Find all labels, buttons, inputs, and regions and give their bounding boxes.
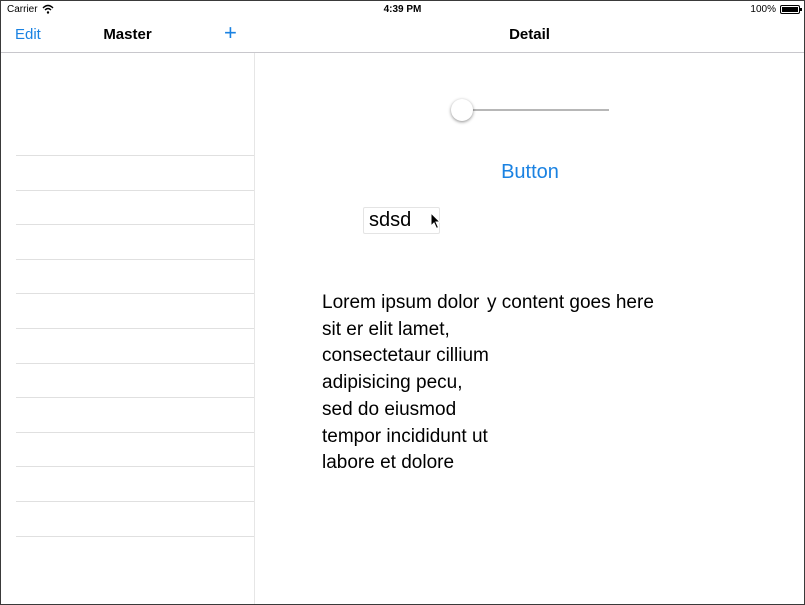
detail-title: Detail: [509, 26, 550, 43]
list-row-separator: [16, 155, 254, 156]
text-field-value: sdsd: [369, 209, 412, 231]
list-row-separator: [16, 328, 254, 329]
status-bar: Carrier 4:39 PM 100%: [1, 1, 804, 19]
slider-track: [461, 109, 609, 111]
mouse-pointer-icon: [430, 212, 442, 230]
battery-icon: [780, 5, 802, 14]
add-button[interactable]: +: [224, 21, 237, 45]
app-window: Carrier 4:39 PM 100% Edit Master + Detai…: [0, 0, 805, 605]
text-field[interactable]: sdsd: [363, 207, 440, 234]
list-row-separator: [16, 397, 254, 399]
list-row-separator: [16, 535, 254, 537]
list-row-separator: [16, 293, 254, 295]
split-divider: [254, 53, 255, 604]
slider-thumb[interactable]: [451, 99, 473, 121]
list-row-separator: [16, 501, 254, 502]
detail-nav-bar: Detail: [255, 19, 804, 52]
clock-label: 4:39 PM: [383, 4, 422, 15]
list-row-separator: [16, 224, 254, 226]
lorem-label: Lorem ipsum dolor sit er elit lamet, con…: [322, 292, 489, 474]
master-title: Master: [103, 26, 152, 43]
list-row-separator: [16, 362, 254, 364]
list-row-separator: [16, 189, 254, 191]
list-row-separator: [16, 258, 254, 260]
master-list[interactable]: [16, 53, 254, 604]
detail-slider[interactable]: [449, 97, 611, 125]
list-row-separator: [16, 466, 254, 468]
list-row-separator: [16, 431, 254, 433]
detail-button[interactable]: Button: [471, 161, 589, 184]
master-nav-bar: Edit Master +: [1, 19, 254, 52]
battery-percent: 100%: [750, 4, 776, 15]
secondary-label: y content goes here: [487, 292, 654, 313]
